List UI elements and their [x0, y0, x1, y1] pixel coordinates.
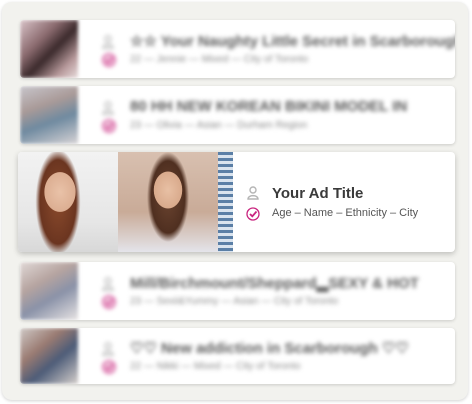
listing-card[interactable]: ♡♡ New addiction in Scarborough ♡♡ 22 — …	[20, 328, 455, 384]
verified-check-icon	[102, 53, 116, 67]
listing-meta: 23 — Olivia — Asian — Durham Region	[130, 120, 308, 131]
listing-title: ☆☆ Your Naughty Little Secret in Scarbor…	[130, 33, 455, 50]
listing-thumbnail	[20, 262, 78, 320]
listing-thumbnail	[20, 20, 78, 78]
verified-check-icon	[102, 119, 116, 133]
listing-card[interactable]: 80 HH NEW KOREAN BIKINI MODEL IN 23 — Ol…	[20, 86, 455, 144]
featured-photo-3	[218, 152, 233, 252]
person-icon	[102, 35, 114, 49]
verified-check-icon	[102, 295, 116, 309]
person-icon	[102, 277, 114, 291]
listing-thumbnail	[20, 86, 78, 144]
featured-photo-2	[118, 152, 218, 252]
verified-check-icon	[246, 207, 260, 221]
listing-card[interactable]: Mill/Birchmount/Sheppard▂SEXY & HOT 23 —…	[20, 262, 455, 320]
listing-card[interactable]: ☆☆ Your Naughty Little Secret in Scarbor…	[20, 20, 455, 78]
listing-meta: 22 — Jennie — Mixed — City of Toronto	[130, 54, 309, 65]
listing-thumbnail	[20, 328, 78, 384]
ad-preview-panel: ☆☆ Your Naughty Little Secret in Scarbor…	[2, 2, 468, 400]
verified-check-icon	[102, 360, 116, 374]
person-icon	[102, 101, 114, 115]
listing-meta: 23 — Sexii&Yummy — Asian — City of Toron…	[130, 296, 339, 307]
featured-ad-meta: Age – Name – Ethnicity – City	[272, 207, 419, 219]
listing-title: Mill/Birchmount/Sheppard▂SEXY & HOT	[130, 275, 419, 292]
listing-meta: 22 — Nikki — Mixed — City of Toronto	[130, 361, 301, 372]
listing-title: ♡♡ New addiction in Scarborough ♡♡	[130, 340, 409, 357]
featured-photo-1	[18, 152, 118, 252]
person-icon	[102, 342, 114, 356]
featured-ad-card[interactable]: Your Ad Title Age – Name – Ethnicity – C…	[18, 152, 455, 252]
listing-title: 80 HH NEW KOREAN BIKINI MODEL IN	[130, 98, 408, 115]
featured-ad-title: Your Ad Title	[272, 185, 364, 202]
person-icon	[247, 186, 259, 200]
